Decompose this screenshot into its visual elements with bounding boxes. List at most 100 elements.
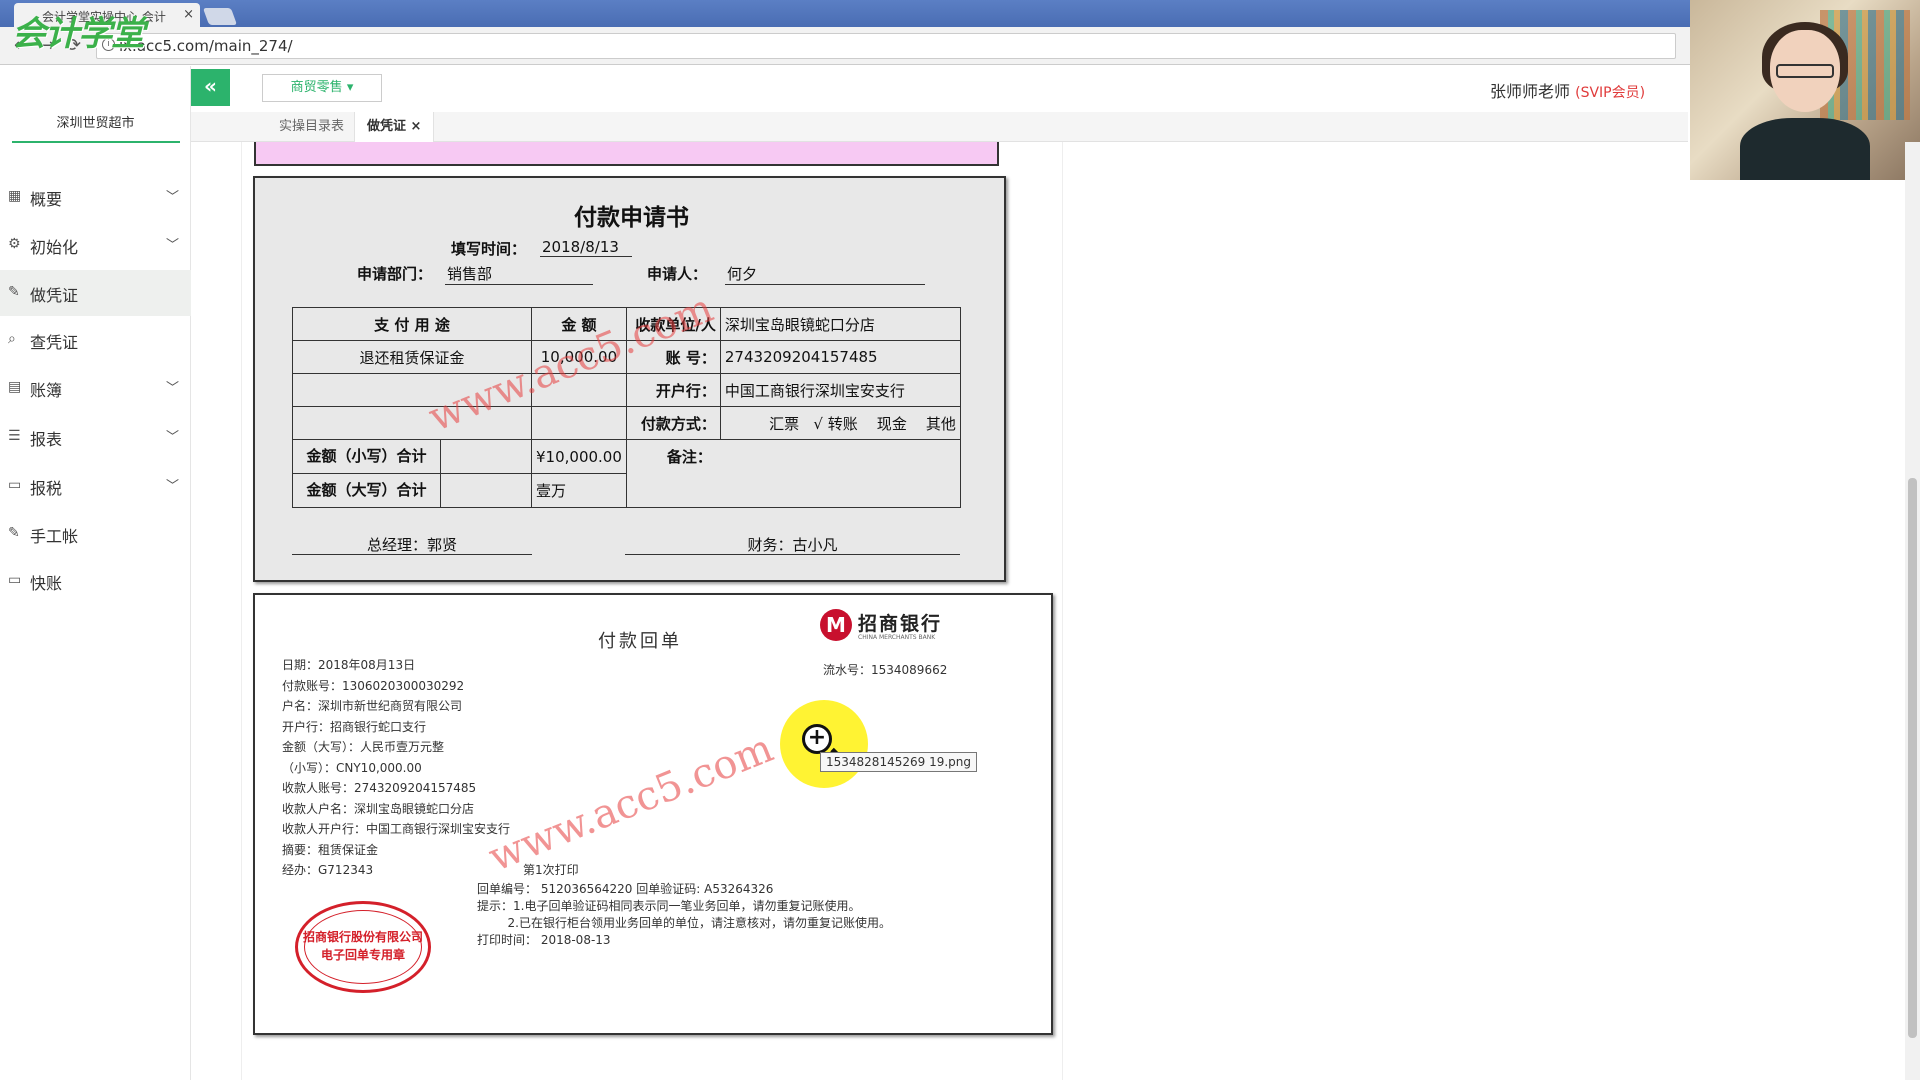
collapse-sidebar-button[interactable]: «: [191, 69, 230, 106]
tab-close-icon[interactable]: ×: [183, 7, 194, 22]
receipt-line: 日期：2018年08月13日: [282, 658, 416, 672]
method-options: 汇票 √ 转账 现金 其他: [719, 406, 961, 440]
user-info[interactable]: 张师师老师 (SVIP会员): [1490, 78, 1645, 102]
pen-icon: ✎: [8, 525, 20, 541]
chevron-down-icon: ﹀: [165, 381, 179, 396]
sidebar: 深圳世贸超市 ▦ 概要 ﹀ ⚙ 初始化 ﹀ ✎ 做凭证 ⌕ 查凭证 ▤ 账簿 ﹀…: [0, 66, 191, 1080]
serial-number: 流水号：1534089662: [823, 663, 948, 677]
general-manager-sign: 总经理：郭贤: [292, 534, 532, 555]
vip-badge: (SVIP会员): [1575, 85, 1646, 101]
total-big-label: 金额（大写）合计: [293, 474, 441, 507]
tab-practice-catalog[interactable]: 实操目录表: [267, 112, 356, 142]
url-text: lx.acc5.com/main_274/: [119, 37, 293, 55]
sidebar-item-manual[interactable]: ✎ 手工帐: [0, 511, 191, 557]
receipt-line: 户名：深圳市新世纪商贸有限公司: [282, 699, 463, 713]
grid-icon: ▦: [8, 188, 22, 204]
sidebar-item-quick[interactable]: ▭ 快账: [0, 558, 191, 604]
gear-icon: ⚙: [8, 236, 21, 252]
dept-value: 销售部: [445, 263, 593, 285]
previous-document-edge: [254, 142, 999, 166]
zoom-in-icon[interactable]: +: [802, 724, 832, 754]
bank-name: 招商银行: [858, 613, 943, 635]
sidebar-item-label: 报税: [30, 479, 63, 498]
chevron-down-icon: ﹀: [165, 238, 179, 253]
company-select-value: 商贸零售: [290, 80, 343, 95]
chevron-down-icon: ﹀: [165, 430, 179, 445]
company-select[interactable]: 商贸零售 ▾: [262, 74, 382, 102]
chevron-down-icon: ▾: [346, 80, 354, 95]
sidebar-item-ledger[interactable]: ▤ 账簿 ﹀: [0, 365, 191, 411]
vertical-scrollbar[interactable]: [1905, 142, 1920, 1080]
finance-sign: 财务：古小凡: [625, 534, 960, 555]
company-name: 深圳世贸超市: [56, 116, 135, 131]
receipt-line: 摘要：租赁保证金: [282, 842, 379, 857]
bank-label: 开户行：: [625, 373, 721, 407]
print-time: 打印时间： 2018-08-13: [477, 933, 611, 947]
receipt-tip-2: 2.已在银行柜台领用业务回单的单位，请注意核对，请勿重复记账使用。: [477, 916, 891, 930]
total-big-row: 金额（大写）合计: [292, 473, 532, 508]
sidebar-item-search-voucher[interactable]: ⌕ 查凭证: [0, 317, 191, 363]
search-icon: ⌕: [8, 331, 16, 347]
webcam-overlay: [1690, 0, 1920, 180]
sidebar-item-label: 概要: [30, 190, 63, 209]
print-count: 第1次打印: [523, 863, 579, 877]
book-icon: ▤: [8, 379, 22, 395]
total-small-value: ¥10,000.00: [531, 439, 627, 474]
new-tab-button[interactable]: [202, 8, 238, 25]
tab-close-icon[interactable]: ×: [411, 119, 422, 134]
sidebar-item-label: 做凭证: [30, 286, 79, 305]
tab-label: 实操目录表: [279, 119, 345, 134]
payment-table: 支 付 用 途 金 额 收款单位/人 深圳宝岛眼镜蛇口分店 退还租赁保证金 10…: [292, 307, 961, 508]
image-filename-tooltip: 1534828145269 19.png: [820, 752, 977, 772]
company-underline: [12, 141, 180, 143]
receipt-line: 收款人账号：2743209204157485: [282, 781, 477, 795]
account-value: 2743209204157485: [719, 340, 961, 374]
bank-payment-receipt[interactable]: 付款回单 M 招商银行 CHINA MERCHANTS BANK 流水号：153…: [253, 593, 1053, 1035]
receipt-line: （小写）：CNY10,000.00: [282, 760, 422, 775]
browser-tabstrip: 会计学堂实操中心 会计 ×: [0, 0, 1690, 27]
applicant-value: 何夕: [725, 263, 925, 285]
sidebar-item-tax[interactable]: ▭ 报税 ﹀: [0, 463, 191, 509]
url-input[interactable]: i lx.acc5.com/main_274/: [96, 33, 1676, 59]
total-small-row: 金额（小写）合计: [292, 439, 532, 474]
report-icon: ☰: [8, 428, 21, 444]
tab-make-voucher[interactable]: 做凭证 ×: [354, 112, 435, 142]
col-amount-header: 金 额: [531, 307, 627, 341]
sidebar-item-make-voucher[interactable]: ✎ 做凭证: [0, 270, 191, 316]
address-bar: ← → ⟳ i lx.acc5.com/main_274/: [0, 27, 1690, 65]
receipt-line: 付款账号：1306020300030292: [282, 678, 465, 693]
scrollbar-thumb[interactable]: [1908, 478, 1917, 1038]
receipt-number: 回单编号： 512036564220 回单验证码: A53264326: [477, 882, 774, 896]
receipt-details: 日期：2018年08月13日 付款账号：1306020300030292 户名：…: [282, 655, 510, 881]
receipt-line: 收款人户名：深圳宝岛眼镜蛇口分店: [282, 801, 475, 816]
receipt-footer: 回单编号： 512036564220 回单验证码: A53264326 提示：1…: [477, 881, 891, 949]
site-logo: 会计学堂: [12, 14, 145, 54]
pen-icon: ✎: [8, 284, 20, 300]
sidebar-item-label: 手工帐: [30, 527, 79, 546]
receipt-line: 经办：G712343: [282, 863, 374, 877]
user-name: 张师师老师: [1490, 82, 1571, 101]
sidebar-item-label: 快账: [30, 574, 63, 593]
receipt-line: 金额（大写）：人民币壹万元整: [282, 740, 445, 754]
file-icon: ▭: [8, 477, 22, 493]
fill-time-value: 2018/8/13: [540, 238, 632, 257]
payment-application-form[interactable]: 付款申请书 填写时间： 2018/8/13 申请部门： 销售部 申请人： 何夕 …: [253, 176, 1006, 582]
file-icon: ▭: [8, 572, 22, 588]
sidebar-item-label: 报表: [30, 430, 63, 449]
stamp-line-2: 电子回单专用章: [320, 948, 405, 962]
col-purpose-header: 支 付 用 途: [292, 307, 532, 341]
purpose-value: 退还租赁保证金: [292, 340, 532, 374]
receipt-title: 付款回单: [598, 631, 682, 652]
sidebar-item-reports[interactable]: ☰ 报表 ﹀: [0, 414, 191, 460]
account-label: 账 号：: [625, 340, 721, 374]
sidebar-item-init[interactable]: ⚙ 初始化 ﹀: [0, 222, 191, 268]
amount-value: 10,000.00: [531, 340, 627, 374]
sidebar-item-overview[interactable]: ▦ 概要 ﹀: [0, 174, 191, 220]
receipt-line: 开户行：招商银行蛇口支行: [282, 719, 427, 734]
remark-label: 备注：: [625, 439, 961, 508]
presenter-glasses: [1776, 64, 1834, 78]
bank-english-name: CHINA MERCHANTS BANK: [858, 634, 936, 641]
empty-cell: [292, 373, 532, 407]
form-title: 付款申请书: [574, 205, 689, 231]
